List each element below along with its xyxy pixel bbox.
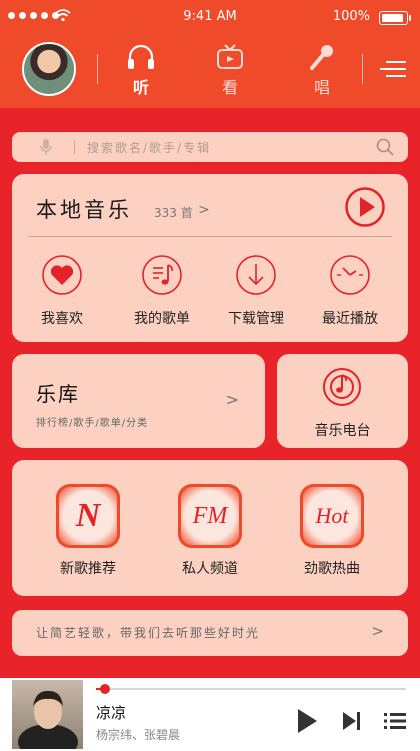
chevron-right-icon[interactable]: > [198, 202, 210, 218]
header: 听 看 唱 [0, 34, 420, 108]
download-icon [216, 254, 296, 296]
music-radio-card[interactable]: 音乐电台 [277, 354, 408, 448]
channel-label: 劲歌热曲 [304, 561, 360, 577]
chevron-right-icon[interactable]: > [371, 622, 384, 640]
quick-action-label: 最近播放 [322, 311, 378, 327]
play-icon[interactable] [296, 708, 318, 734]
status-bar: 9:41 AM 100% [0, 0, 420, 34]
main-content: 搜索歌名/歌手/专辑 本地音乐 333 首 > 我喜欢 我的歌单 下载管理 最近… [0, 108, 420, 678]
radio-label: 音乐电台 [314, 423, 371, 439]
battery-icon [379, 11, 411, 25]
quick-action-label: 下载管理 [228, 311, 284, 327]
avatar[interactable] [22, 42, 76, 96]
header-divider [97, 54, 98, 84]
tab-watch[interactable]: 看 [200, 42, 260, 98]
search-bar[interactable]: 搜索歌名/歌手/专辑 [12, 132, 408, 162]
progress-handle[interactable] [100, 684, 111, 694]
playlist-icon [122, 254, 202, 296]
quick-action-downloads[interactable]: 下载管理 [216, 254, 296, 328]
album-cover[interactable] [12, 680, 83, 749]
channel-label: 私人频道 [182, 561, 238, 577]
chevron-right-icon[interactable]: > [226, 390, 239, 409]
new-songs-icon: N [56, 484, 120, 548]
headphones-icon [111, 42, 171, 72]
quick-action-recent[interactable]: 最近播放 [310, 254, 390, 328]
song-artist: 杨宗纬、张碧晨 [96, 728, 181, 742]
channel-label: 新歌推荐 [60, 561, 116, 577]
slogan-text: 让简艺轻歌，带我们去听那些好时光 [36, 626, 261, 640]
playlist-queue-icon[interactable] [384, 712, 406, 730]
battery-percent: 100% [332, 9, 370, 24]
library-subtitle: 排行榜/歌手/歌单/分类 [36, 418, 149, 429]
quick-action-favorites[interactable]: 我喜欢 [22, 254, 102, 328]
quick-action-playlists[interactable]: 我的歌单 [122, 254, 202, 328]
fm-icon: FM [178, 484, 242, 548]
radio-icon [323, 368, 361, 406]
play-all-icon[interactable] [344, 186, 386, 228]
search-icon[interactable] [376, 138, 394, 156]
mini-player: 凉凉 杨宗纬、张碧晨 [0, 678, 420, 751]
local-music-count: 333 首 [154, 206, 193, 220]
next-track-icon[interactable] [342, 711, 362, 731]
music-library-card[interactable]: 乐库 排行榜/歌手/歌单/分类 > [12, 354, 265, 448]
channel-hot-songs[interactable]: Hot 劲歌热曲 [282, 484, 382, 578]
local-music-title[interactable]: 本地音乐 [36, 194, 132, 224]
library-title: 乐库 [36, 382, 80, 406]
tab-sing-label: 唱 [313, 78, 330, 97]
hot-icon: Hot [300, 484, 364, 548]
slogan-banner[interactable]: 让简艺轻歌，带我们去听那些好时光 > [12, 610, 408, 656]
quick-action-label: 我的歌单 [134, 311, 190, 327]
tab-listen[interactable]: 听 [111, 42, 171, 98]
header-divider [362, 54, 363, 84]
tab-watch-label: 看 [221, 78, 238, 97]
heart-icon [22, 254, 102, 296]
search-input[interactable]: 搜索歌名/歌手/专辑 [87, 139, 211, 156]
local-music-divider [28, 236, 392, 237]
quick-action-label: 我喜欢 [41, 311, 83, 327]
tv-icon [200, 42, 260, 72]
channel-private-fm[interactable]: FM 私人频道 [160, 484, 260, 578]
tab-listen-label: 听 [132, 78, 149, 97]
search-separator [74, 140, 75, 154]
channels-card: N 新歌推荐 FM 私人频道 Hot 劲歌热曲 [12, 460, 408, 596]
menu-icon[interactable] [380, 60, 406, 78]
microphone-icon [292, 42, 352, 72]
progress-bar[interactable] [96, 688, 406, 690]
clock-icon [310, 254, 390, 296]
voice-input-icon[interactable] [40, 138, 52, 156]
channel-new-songs[interactable]: N 新歌推荐 [38, 484, 138, 578]
tab-sing[interactable]: 唱 [292, 42, 352, 98]
local-music-card: 本地音乐 333 首 > 我喜欢 我的歌单 下载管理 最近播放 [12, 174, 408, 342]
song-title: 凉凉 [96, 704, 127, 722]
